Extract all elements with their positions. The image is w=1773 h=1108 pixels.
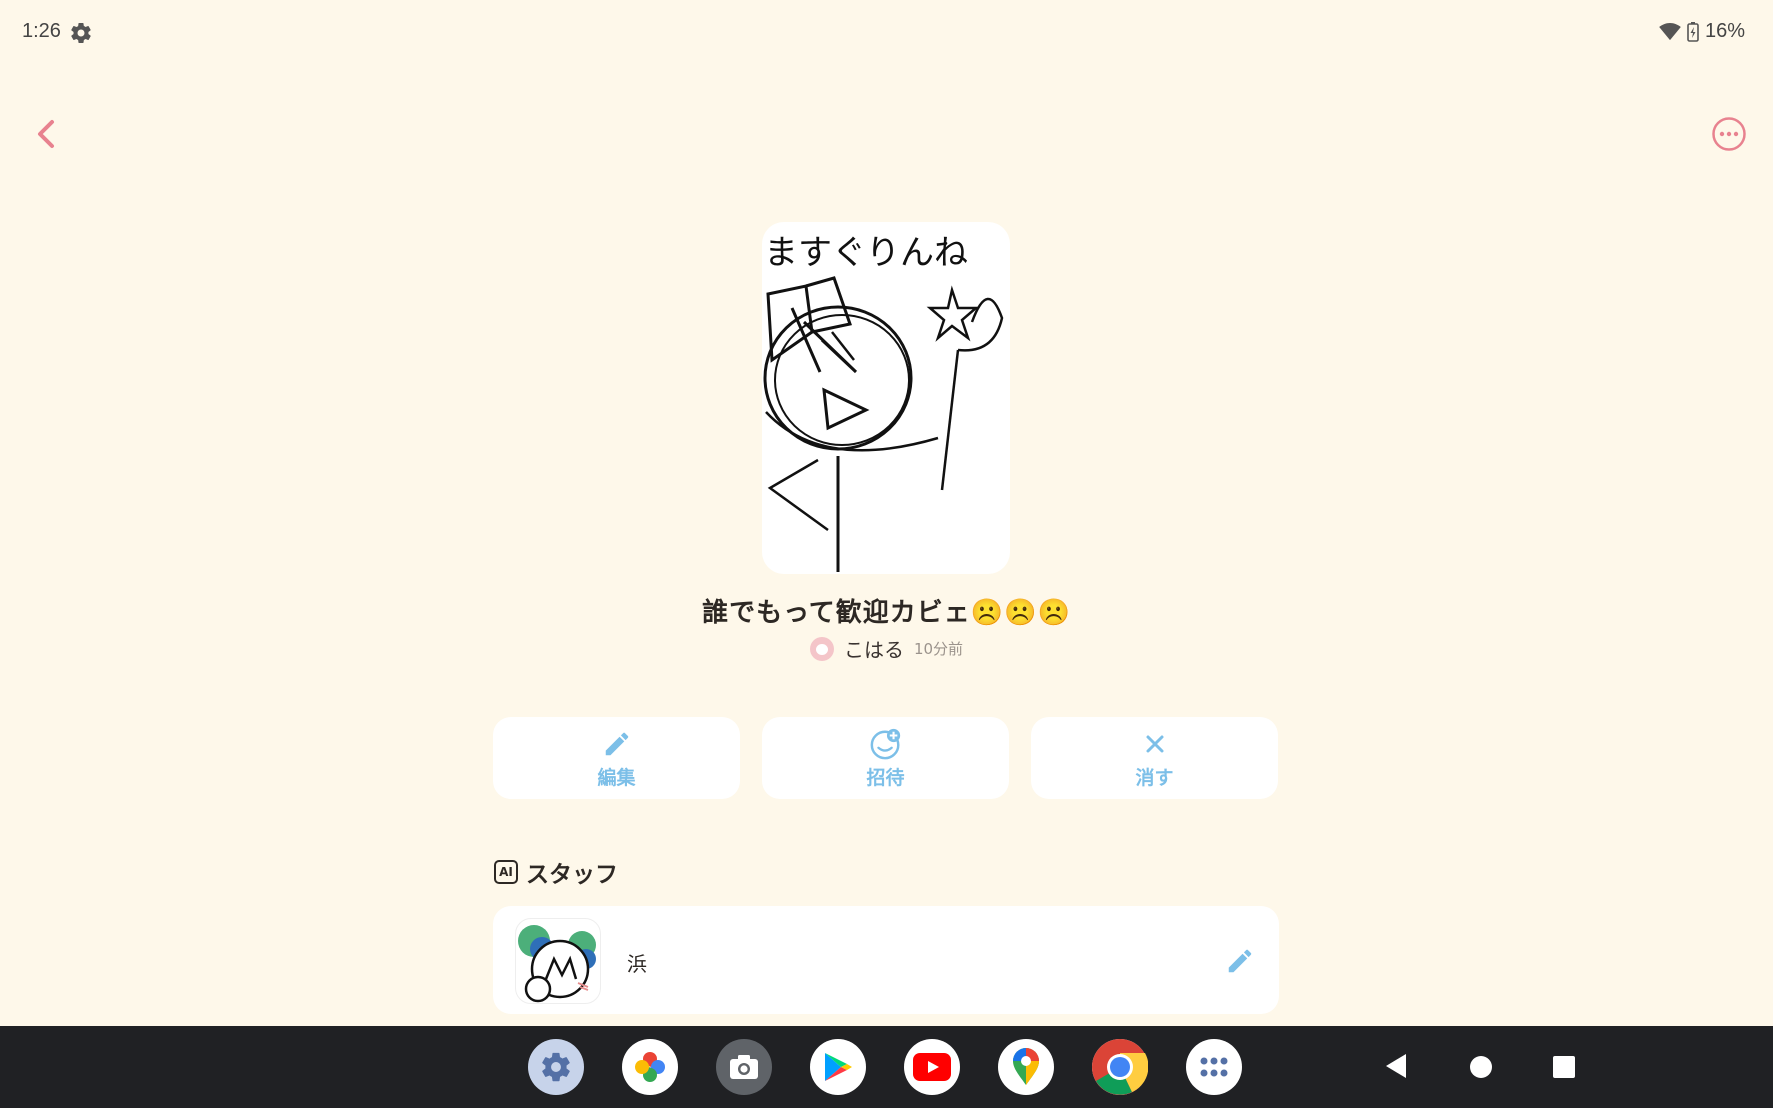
posted-time: 10分前: [913, 640, 964, 658]
wifi-icon: [1659, 22, 1681, 40]
app-dock: [528, 1039, 1242, 1095]
hand-drawn-illustration: ますぐりんね: [763, 233, 1004, 572]
action-bar: 編集 招待 消す: [493, 717, 1278, 799]
settings-gear-icon: [71, 23, 91, 44]
pencil-icon: [600, 727, 634, 761]
artwork-caption: ますぐりんね: [764, 233, 968, 273]
owner-line: こはる 10分前: [0, 634, 1773, 663]
owner-name[interactable]: こはる: [844, 634, 904, 663]
status-time: 1:26: [22, 20, 61, 42]
settings-app-icon[interactable]: [528, 1039, 584, 1095]
nav-back-icon[interactable]: [1385, 1053, 1407, 1079]
pencil-icon[interactable]: [1225, 946, 1255, 976]
youtube-app-icon[interactable]: [904, 1039, 960, 1095]
edit-label: 編集: [597, 766, 636, 789]
nav-home-icon[interactable]: [1470, 1056, 1492, 1078]
system-navbar: [0, 1026, 1773, 1108]
ai-badge-icon: AI: [494, 860, 518, 884]
back-chevron-icon[interactable]: [28, 114, 64, 154]
battery-charging-icon: [1687, 21, 1699, 42]
maps-app-icon[interactable]: [998, 1039, 1054, 1095]
owner-avatar[interactable]: [809, 636, 834, 661]
play-store-app-icon[interactable]: [810, 1039, 866, 1095]
staff-section-header: AI スタッフ: [494, 855, 618, 889]
nav-recents-icon[interactable]: [1553, 1056, 1575, 1078]
delete-button[interactable]: 消す: [1031, 717, 1278, 799]
close-x-icon: [1138, 727, 1172, 761]
staff-section-title: スタッフ: [526, 862, 618, 888]
room-title: 誰でもって歓迎カビェ☹️☹️☹️: [702, 598, 1071, 628]
staff-avatar: [515, 918, 601, 1004]
app-drawer-icon[interactable]: [1186, 1039, 1242, 1095]
photos-app-icon[interactable]: [622, 1039, 678, 1095]
status-right: 16%: [1659, 20, 1745, 43]
room-artwork: ますぐりんね: [762, 222, 1010, 574]
edit-button[interactable]: 編集: [493, 717, 740, 799]
more-options-icon[interactable]: [1711, 116, 1747, 152]
invite-user-plus-icon: [869, 727, 903, 761]
status-bar: 1:26 16%: [0, 0, 1773, 66]
camera-app-icon[interactable]: [716, 1039, 772, 1095]
battery-level: 16%: [1704, 20, 1745, 42]
invite-button[interactable]: 招待: [762, 717, 1009, 799]
delete-label: 消す: [1135, 766, 1174, 789]
invite-label: 招待: [866, 766, 905, 789]
chrome-app-icon[interactable]: [1092, 1039, 1148, 1095]
staff-card[interactable]: 浜: [493, 906, 1279, 1014]
staff-member-name: 浜: [627, 952, 647, 976]
